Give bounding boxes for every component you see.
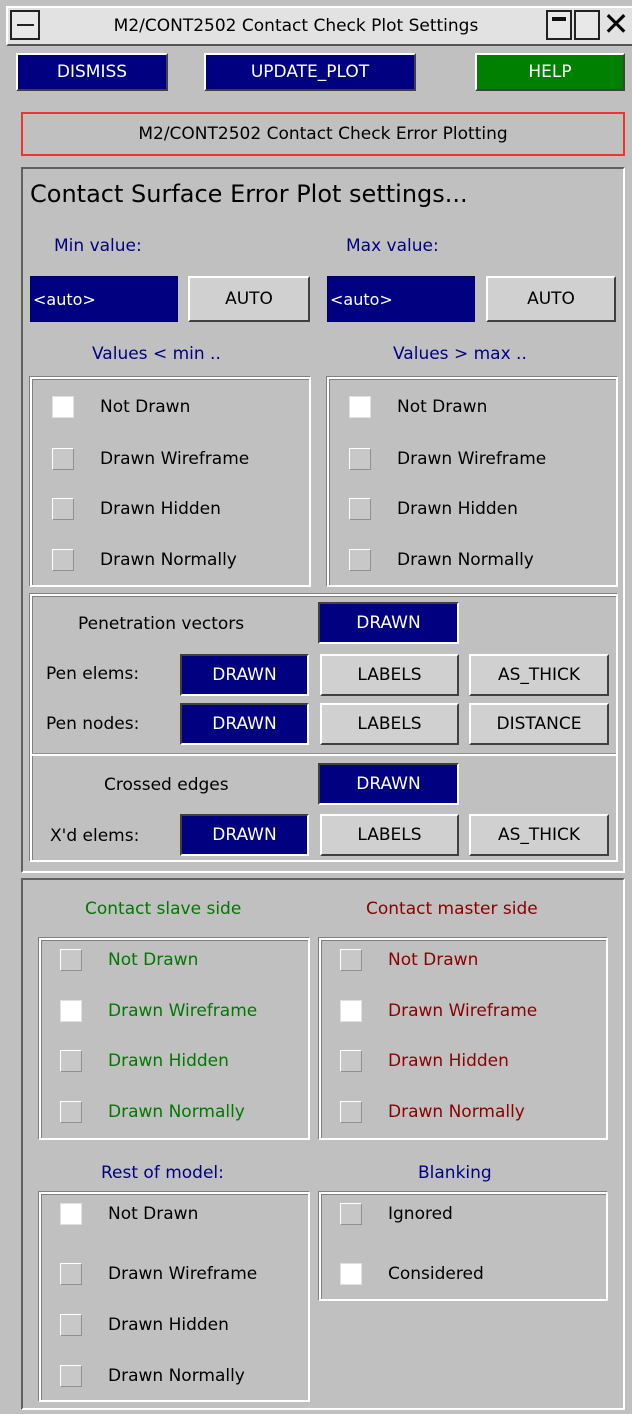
min-auto-button[interactable]: AUTO: [188, 276, 310, 322]
rest-option-hidden[interactable]: Drawn Hidden: [60, 1314, 229, 1336]
checkbox[interactable]: [60, 1101, 82, 1123]
checkbox[interactable]: [60, 1050, 82, 1072]
checkbox[interactable]: [340, 1000, 362, 1022]
checkbox[interactable]: [349, 448, 371, 470]
slave-option-wireframe[interactable]: Drawn Wireframe: [60, 1000, 257, 1022]
dismiss-button[interactable]: DISMISS: [16, 53, 168, 91]
rest-option-not-drawn[interactable]: Not Drawn: [60, 1203, 198, 1225]
checkbox[interactable]: [349, 498, 371, 520]
crossed-edges-label: Crossed edges: [104, 775, 229, 795]
checkbox[interactable]: [60, 949, 82, 971]
minimize-icon[interactable]: [546, 10, 572, 40]
below-option-not-drawn[interactable]: Not Drawn: [52, 396, 190, 418]
penetration-vectors-label: Penetration vectors: [78, 614, 245, 634]
group-divider: [32, 754, 616, 756]
master-option-wireframe[interactable]: Drawn Wireframe: [340, 1000, 537, 1022]
master-option-not-drawn[interactable]: Not Drawn: [340, 949, 478, 971]
above-option-not-drawn[interactable]: Not Drawn: [349, 396, 487, 418]
crossed-elems-drawn-button[interactable]: DRAWN: [180, 814, 309, 856]
crossed-elems-labels-button[interactable]: LABELS: [320, 814, 459, 856]
penetration-vectors-drawn-button[interactable]: DRAWN: [318, 602, 459, 644]
window-title: M2/CONT2502 Contact Check Plot Settings: [113, 16, 479, 36]
checkbox[interactable]: [340, 1101, 362, 1123]
rest-option-wireframe[interactable]: Drawn Wireframe: [60, 1263, 257, 1285]
master-option-normally[interactable]: Drawn Normally: [340, 1101, 525, 1123]
max-value-input[interactable]: <auto>: [327, 276, 475, 322]
slave-option-not-drawn[interactable]: Not Drawn: [60, 949, 198, 971]
above-option-normally[interactable]: Drawn Normally: [349, 549, 534, 571]
above-option-wireframe[interactable]: Drawn Wireframe: [349, 448, 546, 470]
pen-elems-as-thick-button[interactable]: AS_THICK: [469, 654, 609, 696]
checkbox[interactable]: [60, 1314, 82, 1336]
checkbox[interactable]: [52, 498, 74, 520]
max-value-label: Max value:: [346, 236, 439, 256]
checkbox[interactable]: [52, 549, 74, 571]
max-auto-button[interactable]: AUTO: [486, 276, 616, 322]
rest-of-model-label: Rest of model:: [101, 1163, 224, 1183]
update-plot-button[interactable]: UPDATE_PLOT: [204, 53, 416, 91]
checkbox[interactable]: [52, 396, 74, 418]
pen-nodes-distance-button[interactable]: DISTANCE: [469, 703, 609, 745]
pen-nodes-label: Pen nodes:: [46, 714, 140, 734]
blanking-option-ignored[interactable]: Ignored: [340, 1203, 453, 1225]
pen-nodes-drawn-button[interactable]: DRAWN: [180, 703, 309, 745]
checkbox[interactable]: [340, 1263, 362, 1285]
help-button[interactable]: HELP: [475, 53, 625, 91]
min-value-label: Min value:: [54, 236, 142, 256]
close-icon[interactable]: ✕: [602, 6, 630, 42]
below-option-hidden[interactable]: Drawn Hidden: [52, 498, 221, 520]
above-option-hidden[interactable]: Drawn Hidden: [349, 498, 518, 520]
slave-option-hidden[interactable]: Drawn Hidden: [60, 1050, 229, 1072]
section-header: M2/CONT2502 Contact Check Error Plotting: [21, 112, 625, 156]
master-side-label: Contact master side: [366, 899, 538, 919]
crossed-elems-as-thick-button[interactable]: AS_THICK: [469, 814, 609, 856]
pen-elems-labels-button[interactable]: LABELS: [320, 654, 459, 696]
checkbox[interactable]: [60, 1365, 82, 1387]
maximize-icon[interactable]: [574, 10, 600, 40]
window-menu-icon[interactable]: [10, 10, 40, 40]
pen-elems-drawn-button[interactable]: DRAWN: [180, 654, 309, 696]
values-above-label: Values > max ..: [393, 344, 527, 364]
min-value-input[interactable]: <auto>: [30, 276, 178, 322]
pen-elems-label: Pen elems:: [46, 664, 140, 684]
checkbox[interactable]: [349, 396, 371, 418]
rest-option-normally[interactable]: Drawn Normally: [60, 1365, 245, 1387]
below-option-normally[interactable]: Drawn Normally: [52, 549, 237, 571]
checkbox[interactable]: [340, 949, 362, 971]
checkbox[interactable]: [340, 1203, 362, 1225]
values-below-label: Values < min ..: [92, 344, 221, 364]
crossed-edges-drawn-button[interactable]: DRAWN: [318, 763, 459, 805]
pen-nodes-labels-button[interactable]: LABELS: [320, 703, 459, 745]
slave-option-normally[interactable]: Drawn Normally: [60, 1101, 245, 1123]
section-header-text: M2/CONT2502 Contact Check Error Plotting: [138, 124, 508, 144]
checkbox[interactable]: [60, 1203, 82, 1225]
checkbox[interactable]: [52, 448, 74, 470]
panel-heading: Contact Surface Error Plot settings...: [30, 180, 468, 208]
master-option-hidden[interactable]: Drawn Hidden: [340, 1050, 509, 1072]
blanking-option-considered[interactable]: Considered: [340, 1263, 484, 1285]
below-option-wireframe[interactable]: Drawn Wireframe: [52, 448, 249, 470]
blanking-label: Blanking: [418, 1163, 492, 1183]
checkbox[interactable]: [60, 1263, 82, 1285]
checkbox[interactable]: [60, 1000, 82, 1022]
title-bar: M2/CONT2502 Contact Check Plot Settings …: [6, 6, 632, 46]
checkbox[interactable]: [349, 549, 371, 571]
crossed-elems-label: X'd elems:: [50, 826, 140, 846]
checkbox[interactable]: [340, 1050, 362, 1072]
slave-side-label: Contact slave side: [85, 899, 242, 919]
